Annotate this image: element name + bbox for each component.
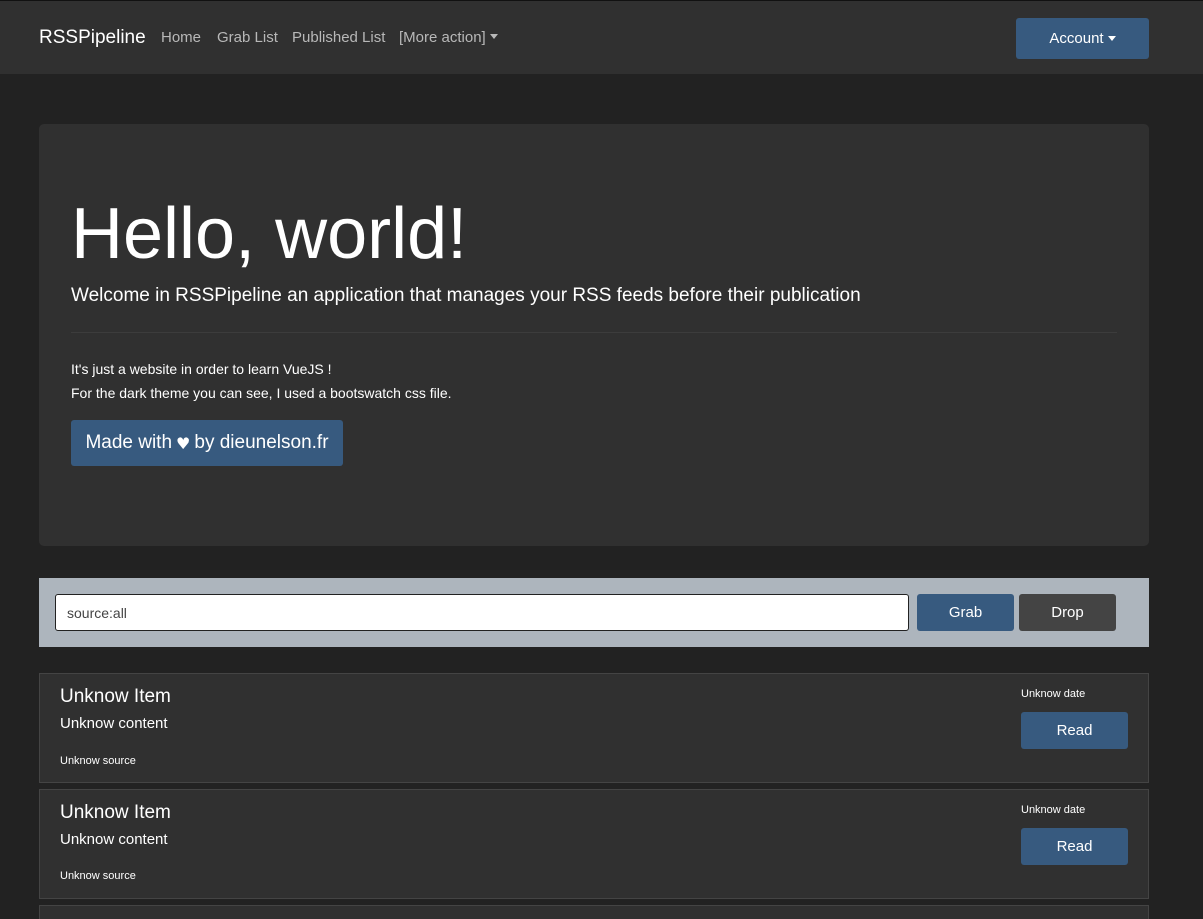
item-date: Unknow date [1021,688,1086,700]
item-title: Unknow Item [60,802,171,823]
made-by-text: by dieunelson.fr [194,432,329,453]
account-dropdown-button[interactable]: Account [1016,18,1149,59]
list-item-partial [39,905,1149,919]
list-item: Unknow Item Unknow content Unknow source… [39,789,1149,899]
read-button[interactable]: Read [1021,828,1128,865]
read-button[interactable]: Read [1021,712,1128,749]
divider [71,332,1117,333]
item-source: Unknow source [60,755,136,767]
list-item: Unknow Item Unknow content Unknow source… [39,673,1149,783]
made-with-text: Made with [85,432,173,453]
hero-text-line-2: For the dark theme you can see, I used a… [71,385,452,401]
nav-published-list[interactable]: Published List [292,29,385,46]
item-title: Unknow Item [60,686,171,707]
made-by-button[interactable]: Made with ♥ by dieunelson.fr [71,420,343,466]
chevron-down-icon [489,34,498,39]
hero-jumbotron: Hello, world! Welcome in RSSPipeline an … [39,124,1149,546]
source-filter-input[interactable] [55,594,909,631]
more-action-label: [More action] [399,29,486,46]
hero-title: Hello, world! [71,194,468,274]
account-label: Account [1049,30,1104,47]
top-navbar: RSSPipeline Home Grab List Published Lis… [0,0,1203,74]
item-content: Unknow content [60,831,168,848]
drop-button[interactable]: Drop [1019,594,1116,631]
nav-home[interactable]: Home [161,29,201,46]
source-filter-bar: Grab Drop [39,578,1149,647]
item-source: Unknow source [60,870,136,882]
item-date: Unknow date [1021,804,1086,816]
nav-grab-list[interactable]: Grab List [217,29,278,46]
hero-lead: Welcome in RSSPipeline an application th… [71,285,861,306]
hero-text-line-1: It's just a website in order to learn Vu… [71,361,332,377]
nav-more-action-dropdown[interactable]: [More action] [399,29,498,46]
chevron-down-icon [1107,36,1116,41]
brand-link[interactable]: RSSPipeline [39,27,146,49]
grab-button[interactable]: Grab [917,594,1014,631]
heart-icon: ♥ [176,433,191,453]
item-content: Unknow content [60,715,168,732]
